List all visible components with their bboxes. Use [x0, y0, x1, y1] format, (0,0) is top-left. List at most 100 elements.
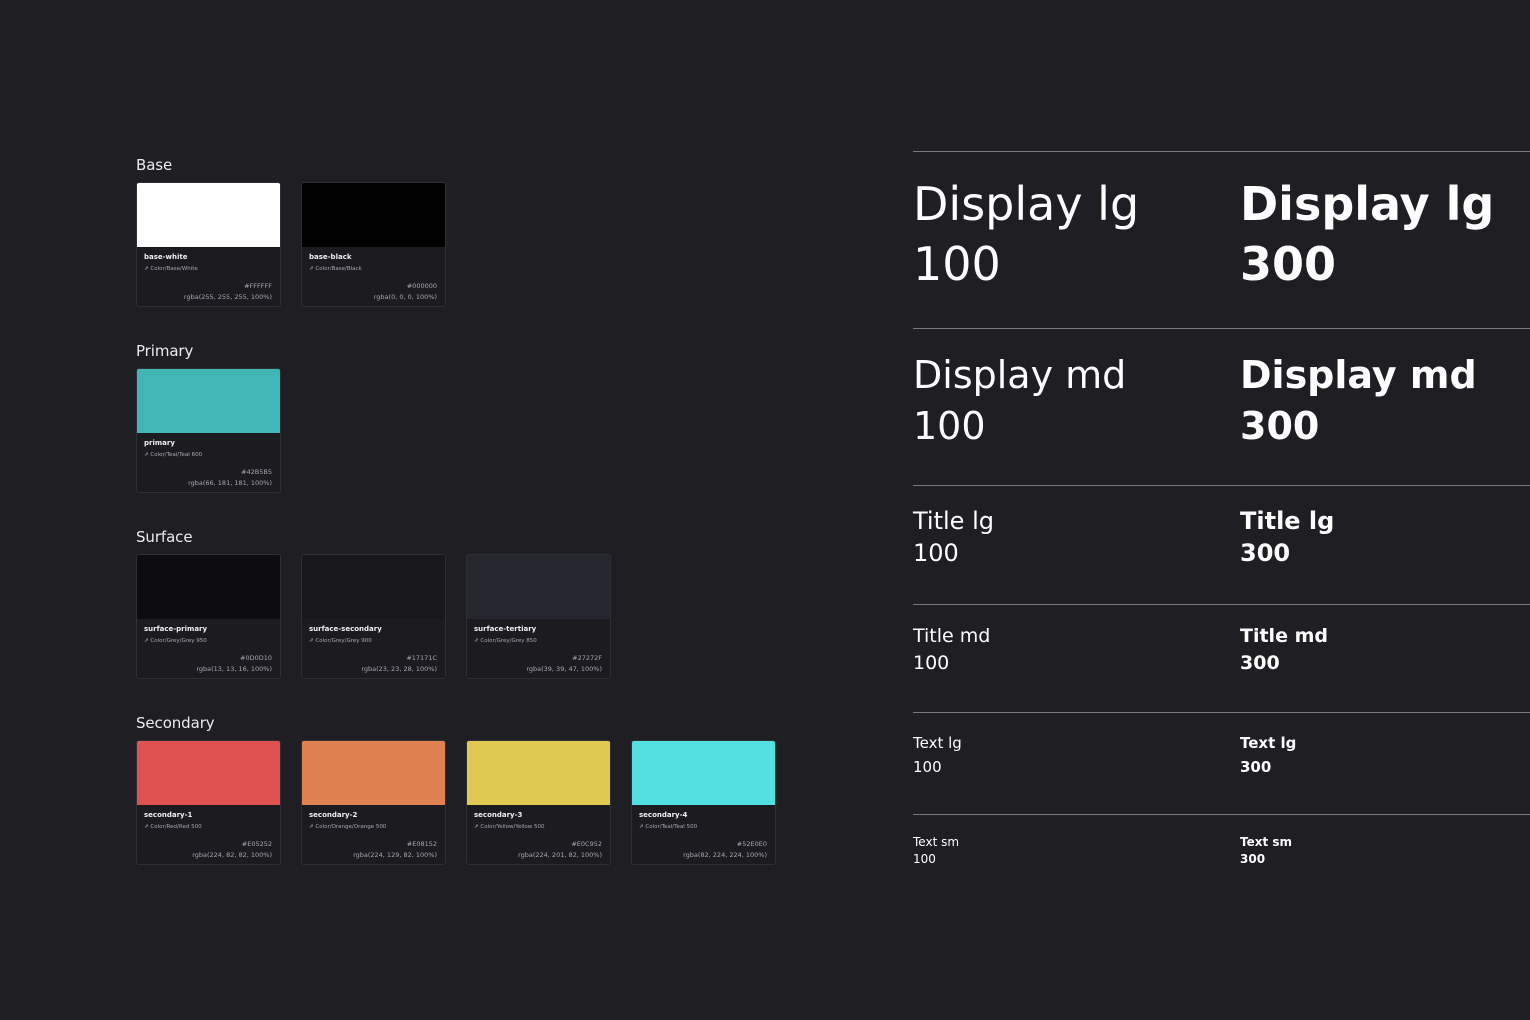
- color-card-base-black[interactable]: base-black ⇗ Color/Base/Black #000000 rg…: [301, 182, 446, 307]
- color-card-secondary-4[interactable]: secondary-4 ⇗ Color/Teal/Teal 500 #52E0E…: [631, 740, 776, 865]
- color-rgba: rgba(39, 39, 47, 100%): [526, 665, 602, 673]
- color-rgba: rgba(66, 181, 181, 100%): [188, 479, 272, 487]
- type-weight: 100: [913, 539, 959, 567]
- type-weight: 300: [1240, 539, 1291, 567]
- color-token: secondary-2: [309, 811, 358, 819]
- color-rgba: rgba(255, 255, 255, 100%): [183, 293, 272, 301]
- type-style-name: Text sm: [1240, 835, 1293, 849]
- color-card-secondary-2[interactable]: secondary-2 ⇗ Color/Orange/Orange 500 #E…: [301, 740, 446, 865]
- color-meta: surface-secondary ⇗ Color/Grey/Grey 900 …: [302, 619, 445, 678]
- color-card-secondary-1[interactable]: secondary-1 ⇗ Color/Red/Red 500 #E05252 …: [136, 740, 281, 865]
- group-title-secondary: Secondary: [136, 714, 215, 732]
- type-spec-title-md-100: Title md 100: [913, 623, 990, 677]
- color-rgba: rgba(82, 224, 224, 100%): [683, 851, 767, 859]
- type-weight: 300: [1240, 652, 1280, 674]
- type-spec-display-lg-300: Display lg 300: [1240, 174, 1494, 294]
- color-hex: #42B5B5: [241, 468, 272, 476]
- color-hex: #E08152: [406, 840, 437, 848]
- color-meta: secondary-3 ⇗ Color/Yellow/Yellow 500 #E…: [467, 805, 610, 864]
- group-title-primary: Primary: [136, 342, 194, 360]
- color-alias: ⇗ Color/Grey/Grey 950: [144, 638, 207, 644]
- type-style-name: Display lg: [1240, 177, 1495, 231]
- color-card-primary[interactable]: primary ⇗ Color/Teal/Teal 600 #42B5B5 rg…: [136, 368, 281, 493]
- type-style-name: Text sm: [913, 835, 960, 849]
- group-title-surface: Surface: [136, 528, 193, 546]
- swatch-row-surface: surface-primary ⇗ Color/Grey/Grey 950 #0…: [136, 554, 611, 679]
- color-token: base-white: [144, 253, 188, 261]
- color-token: secondary-1: [144, 811, 193, 819]
- type-weight: 100: [913, 652, 950, 674]
- type-style-name: Title md: [913, 625, 991, 647]
- type-spec-display-lg-100: Display lg 100: [913, 174, 1139, 294]
- type-style-name: Display lg: [913, 177, 1140, 231]
- type-divider: [913, 814, 1530, 815]
- type-weight: 100: [913, 852, 936, 866]
- swatch-row-secondary: secondary-1 ⇗ Color/Red/Red 500 #E05252 …: [136, 740, 776, 865]
- color-hex: #52E0E0: [736, 840, 767, 848]
- color-hex: #FFFFFF: [244, 282, 272, 290]
- type-style-name: Title lg: [913, 507, 994, 535]
- color-alias: ⇗ Color/Base/Black: [309, 266, 362, 272]
- color-swatch: [632, 741, 775, 805]
- color-card-surface-primary[interactable]: surface-primary ⇗ Color/Grey/Grey 950 #0…: [136, 554, 281, 679]
- type-style-name: Text lg: [913, 734, 962, 752]
- type-spec-title-md-300: Title md 300: [1240, 623, 1328, 677]
- color-meta: surface-tertiary ⇗ Color/Grey/Grey 850 #…: [467, 619, 610, 678]
- color-rgba: rgba(13, 13, 16, 100%): [196, 665, 272, 673]
- color-swatch: [137, 555, 280, 619]
- color-alias: ⇗ Color/Yellow/Yellow 500: [474, 824, 545, 830]
- color-alias: ⇗ Color/Teal/Teal 500: [639, 824, 698, 830]
- color-swatch: [137, 369, 280, 433]
- color-token: secondary-4: [639, 811, 688, 819]
- type-spec-text-sm-100: Text sm 100: [913, 834, 959, 868]
- type-weight: 100: [913, 758, 942, 776]
- color-rgba: rgba(224, 82, 82, 100%): [192, 851, 272, 859]
- type-style-name: Text lg: [1240, 734, 1297, 752]
- color-token: surface-tertiary: [474, 625, 537, 633]
- type-divider: [913, 712, 1530, 713]
- type-weight: 300: [1240, 852, 1266, 866]
- swatch-row-base: base-white ⇗ Color/Base/White #FFFFFF rg…: [136, 182, 446, 307]
- color-token: secondary-3: [474, 811, 523, 819]
- color-rgba: rgba(224, 129, 82, 100%): [353, 851, 437, 859]
- group-title-base: Base: [136, 156, 173, 174]
- color-meta: surface-primary ⇗ Color/Grey/Grey 950 #0…: [137, 619, 280, 678]
- type-spec-display-md-100: Display md 100: [913, 350, 1126, 452]
- color-hex: #000000: [406, 282, 437, 290]
- type-weight: 300: [1240, 237, 1337, 291]
- color-card-base-white[interactable]: base-white ⇗ Color/Base/White #FFFFFF rg…: [136, 182, 281, 307]
- type-spec-text-lg-300: Text lg 300: [1240, 731, 1296, 779]
- type-spec-text-sm-300: Text sm 300: [1240, 834, 1292, 868]
- color-rgba: rgba(0, 0, 0, 100%): [373, 293, 437, 301]
- swatch-row-primary: primary ⇗ Color/Teal/Teal 600 #42B5B5 rg…: [136, 368, 281, 493]
- color-meta: secondary-4 ⇗ Color/Teal/Teal 500 #52E0E…: [632, 805, 775, 864]
- type-divider: [913, 328, 1530, 329]
- color-swatch: [467, 741, 610, 805]
- color-meta: secondary-2 ⇗ Color/Orange/Orange 500 #E…: [302, 805, 445, 864]
- type-style-name: Display md: [913, 353, 1127, 397]
- type-spec-text-lg-100: Text lg 100: [913, 731, 962, 779]
- color-token: surface-primary: [144, 625, 208, 633]
- color-swatch: [302, 555, 445, 619]
- color-swatch: [467, 555, 610, 619]
- color-token: surface-secondary: [309, 625, 382, 633]
- type-weight: 100: [913, 404, 986, 448]
- color-card-surface-tertiary[interactable]: surface-tertiary ⇗ Color/Grey/Grey 850 #…: [466, 554, 611, 679]
- color-hex: #E0C952: [571, 840, 602, 848]
- color-meta: secondary-1 ⇗ Color/Red/Red 500 #E05252 …: [137, 805, 280, 864]
- color-token: primary: [144, 439, 175, 447]
- type-weight: 100: [913, 237, 1001, 291]
- type-divider: [913, 604, 1530, 605]
- color-hex: #27272F: [572, 654, 602, 662]
- color-swatch: [302, 183, 445, 247]
- color-card-secondary-3[interactable]: secondary-3 ⇗ Color/Yellow/Yellow 500 #E…: [466, 740, 611, 865]
- type-spec-title-lg-100: Title lg 100: [913, 505, 994, 569]
- color-card-surface-secondary[interactable]: surface-secondary ⇗ Color/Grey/Grey 900 …: [301, 554, 446, 679]
- color-rgba: rgba(23, 23, 28, 100%): [361, 665, 437, 673]
- type-divider: [913, 151, 1530, 152]
- color-alias: ⇗ Color/Grey/Grey 850: [474, 638, 537, 644]
- type-style-name: Title lg: [1240, 507, 1335, 535]
- type-style-name: Title md: [1240, 625, 1328, 647]
- color-swatch: [137, 183, 280, 247]
- type-weight: 300: [1240, 404, 1320, 448]
